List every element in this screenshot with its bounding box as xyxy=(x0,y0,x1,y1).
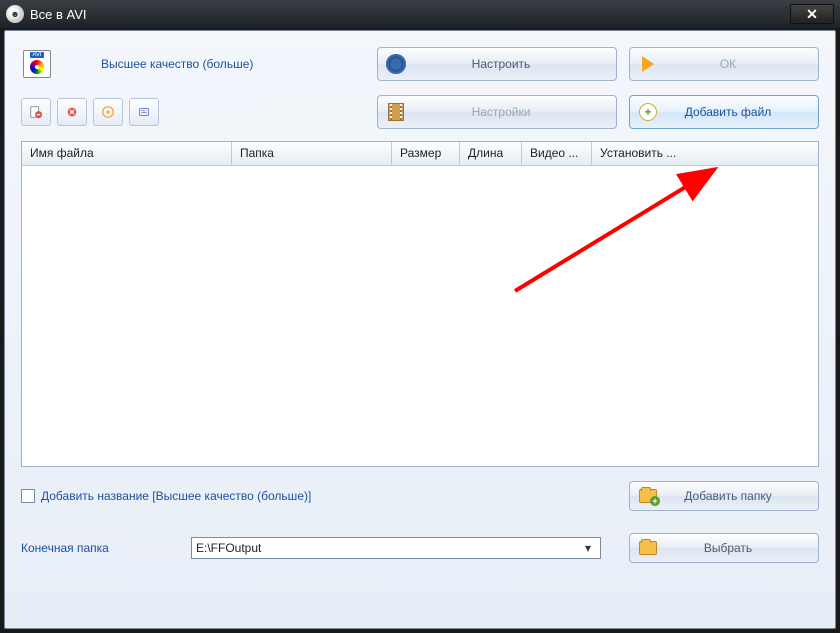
avi-format-icon: AVI xyxy=(21,48,53,80)
settings-label: Настройки xyxy=(414,105,616,119)
ok-label: ОК xyxy=(666,57,818,71)
folder-add-icon: + xyxy=(630,489,666,503)
close-button[interactable]: ✕ xyxy=(790,4,834,24)
table-body-empty xyxy=(22,166,818,466)
col-video[interactable]: Видео ... xyxy=(522,142,592,165)
output-folder-select[interactable]: E:\FFOutput ▾ xyxy=(191,537,601,559)
col-set[interactable]: Установить ... xyxy=(592,142,818,165)
window-title: Все в AVI xyxy=(30,7,790,22)
small-toolbar xyxy=(21,98,159,126)
col-length[interactable]: Длина xyxy=(460,142,522,165)
play-preview-button[interactable] xyxy=(93,98,123,126)
configure-label: Настроить xyxy=(414,57,616,71)
add-file-label: Добавить файл xyxy=(666,105,818,119)
top-section: AVI Высшее качество (больше) Настроить О… xyxy=(5,31,835,85)
app-icon: ☻ xyxy=(6,5,24,23)
col-folder[interactable]: Папка xyxy=(232,142,392,165)
table-header: Имя файла Папка Размер Длина Видео ... У… xyxy=(22,142,818,166)
quality-profile-link[interactable]: Высшее качество (больше) xyxy=(101,57,253,71)
file-table: Имя файла Папка Размер Длина Видео ... У… xyxy=(21,141,819,467)
window-body: AVI Высшее качество (больше) Настроить О… xyxy=(4,30,836,629)
add-folder-label: Добавить папку xyxy=(666,489,818,503)
info-button[interactable] xyxy=(129,98,159,126)
configure-button[interactable]: Настроить xyxy=(377,47,617,81)
remove-file-button[interactable] xyxy=(21,98,51,126)
gear-icon xyxy=(378,56,414,72)
ok-button[interactable]: ОК xyxy=(629,47,819,81)
titlebar: ☻ Все в AVI ✕ xyxy=(0,0,840,28)
add-file-icon: + xyxy=(630,103,666,121)
clear-list-button[interactable] xyxy=(57,98,87,126)
toolbar-row: Настройки + Добавить файл xyxy=(5,85,835,135)
choose-folder-button[interactable]: Выбрать xyxy=(629,533,819,563)
film-icon xyxy=(378,103,414,121)
col-size[interactable]: Размер xyxy=(392,142,460,165)
arrow-right-icon xyxy=(630,56,666,72)
add-folder-button[interactable]: + Добавить папку xyxy=(629,481,819,511)
output-folder-value: E:\FFOutput xyxy=(196,541,580,555)
add-file-button[interactable]: + Добавить файл xyxy=(629,95,819,129)
add-name-checkbox[interactable] xyxy=(21,489,35,503)
settings-button[interactable]: Настройки xyxy=(377,95,617,129)
chevron-down-icon: ▾ xyxy=(580,541,596,555)
col-filename[interactable]: Имя файла xyxy=(22,142,232,165)
bottom-section: Добавить название [Высшее качество (боль… xyxy=(5,467,835,563)
folder-open-icon xyxy=(630,541,666,555)
choose-label: Выбрать xyxy=(666,541,818,555)
output-folder-label: Конечная папка xyxy=(21,541,191,555)
add-name-label[interactable]: Добавить название [Высшее качество (боль… xyxy=(41,489,629,503)
